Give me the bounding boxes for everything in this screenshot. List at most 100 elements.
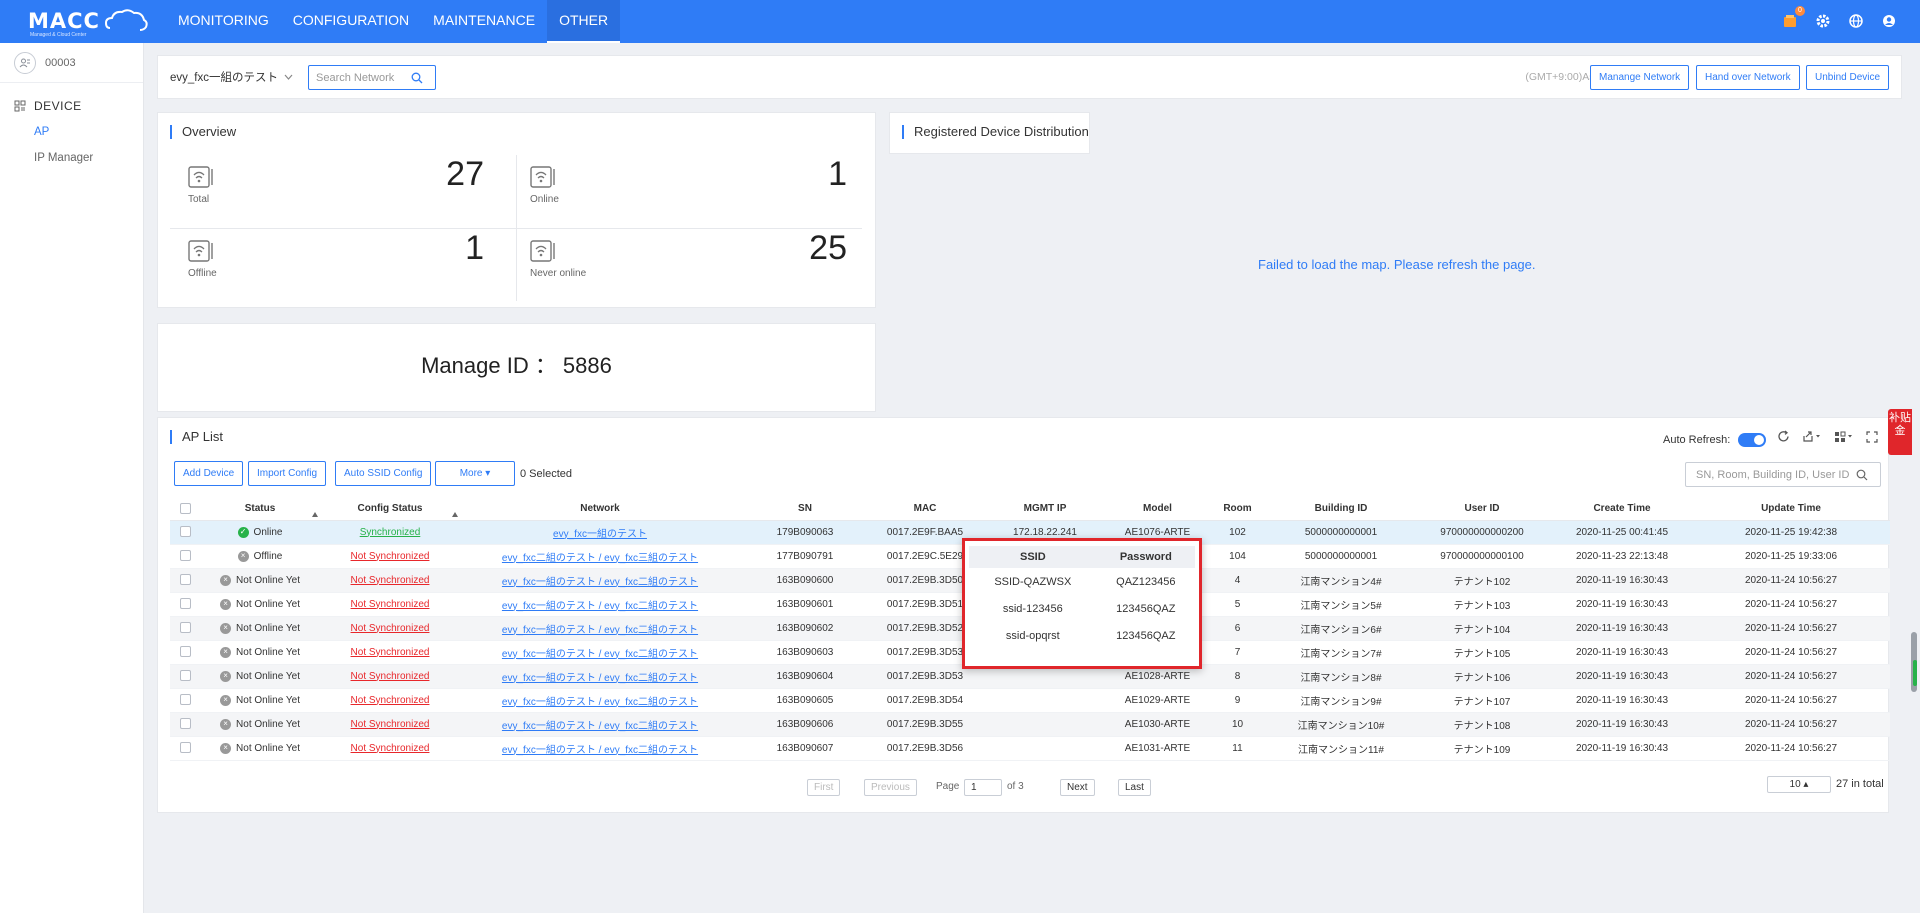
network-link[interactable]: evy_fxc一組のテスト / evy_fxc二組のテスト [502,673,698,684]
nav-other[interactable]: OTHER [547,0,621,43]
unbind-device-button[interactable]: Unbind Device [1806,65,1890,90]
account-bar[interactable]: 00003 [0,43,143,83]
table-row[interactable]: × Not Online Yet Not Synchronized evy_fxc一組… [170,688,1890,713]
nav-maintenance[interactable]: MAINTENANCE [421,0,547,43]
col-mac[interactable]: MAC [870,498,980,521]
manage-network-button[interactable]: Manange Network [1590,65,1690,90]
row-checkbox[interactable] [179,694,191,706]
page-size-select[interactable]: 10 ▴ [1767,776,1831,793]
config-status-link[interactable]: Not Synchronized [351,623,430,634]
network-link[interactable]: evy_fxc一組のテスト / evy_fxc二組のテスト [502,577,698,588]
page-number-input[interactable]: 1 [964,779,1002,796]
col-user-id[interactable]: User ID [1412,498,1552,521]
globe-icon[interactable] [1847,12,1865,30]
config-status-link[interactable]: Not Synchronized [351,599,430,610]
row-checkbox[interactable] [179,550,191,562]
row-checkbox[interactable] [179,646,191,658]
columns-icon[interactable] [1834,430,1854,443]
col-create-time[interactable]: Create Time [1552,498,1692,521]
previous-page-button[interactable]: Previous [864,779,917,796]
select-all-cell [170,498,200,521]
config-status-link[interactable]: Not Synchronized [351,575,430,586]
create-time-cell: 2020-11-19 16:30:43 [1552,568,1692,593]
col-update-time[interactable]: Update Time [1692,498,1890,521]
more-button[interactable]: More ▾ [435,461,515,486]
export-icon[interactable] [1802,430,1822,443]
network-link[interactable]: evy_fxc一組のテスト [553,529,647,540]
gear-icon[interactable] [1814,12,1832,30]
nav-monitoring[interactable]: MONITORING [166,0,281,43]
auto-ssid-config-button[interactable]: Auto SSID Config [335,461,432,486]
config-status-link[interactable]: Not Synchronized [351,695,430,706]
subsidy-side-tab[interactable]: 补贴金 [1888,409,1912,455]
sn-cell: 163B090605 [740,688,870,713]
sidebar-item-ap[interactable]: AP [0,119,143,145]
col-status[interactable]: Status [200,498,320,521]
first-page-button[interactable]: First [807,779,841,796]
network-link[interactable]: evy_fxc一組のテスト / evy_fxc二組のテスト [502,745,698,756]
user-icon[interactable] [1880,12,1898,30]
status-dot-icon: × [220,574,232,586]
network-search-input[interactable] [309,67,411,88]
network-select[interactable]: evy_fxc一組のテスト [170,69,293,85]
col-network[interactable]: Network [460,498,740,521]
config-status-link[interactable]: Not Synchronized [351,743,430,754]
search-icon[interactable] [411,72,423,84]
ap-search-input[interactable] [1686,463,1856,486]
network-link[interactable]: evy_fxc一組のテスト / evy_fxc二組のテスト [502,601,698,612]
sidebar-item-ip-manager[interactable]: IP Manager [0,145,143,171]
nav-configuration[interactable]: CONFIGURATION [281,0,421,43]
config-status-link[interactable]: Not Synchronized [351,719,430,730]
status-dot-icon: × [220,646,232,658]
network-link[interactable]: evy_fxc二組のテスト / evy_fxc三組のテスト [502,553,698,564]
network-link[interactable]: evy_fxc一組のテスト / evy_fxc二組のテスト [502,625,698,636]
sort-icon[interactable] [452,511,458,517]
table-row[interactable]: × Not Online Yet Not Synchronized evy_fxc一組… [170,712,1890,737]
col-mgmt-ip[interactable]: MGMT IP [980,498,1110,521]
main-nav: MONITORING CONFIGURATION MAINTENANCE OTH… [166,0,621,43]
import-config-button[interactable]: Import Config [248,461,327,486]
last-page-button[interactable]: Last [1118,779,1151,796]
row-checkbox[interactable] [179,742,191,754]
add-device-button[interactable]: Add Device [174,461,244,486]
fullscreen-icon[interactable] [1866,430,1878,443]
row-checkbox[interactable] [179,670,191,682]
row-checkbox[interactable] [179,622,191,634]
config-status-link[interactable]: Not Synchronized [351,551,430,562]
row-checkbox[interactable] [179,718,191,730]
auto-refresh-toggle[interactable] [1738,433,1767,447]
status-cell: × Not Online Yet [200,712,320,737]
stat-label: Never online [530,268,587,279]
network-link[interactable]: evy_fxc一組のテスト / evy_fxc二組のテスト [502,721,698,732]
status-dot-icon: × [220,718,232,730]
select-all-checkbox[interactable] [179,503,191,515]
col-building-id[interactable]: Building ID [1270,498,1412,521]
status-cell: × Not Online Yet [200,568,320,593]
table-row[interactable]: × Not Online Yet Not Synchronized evy_fxc一組… [170,736,1890,761]
config-status-link[interactable]: Not Synchronized [351,647,430,658]
notification-icon[interactable]: 0 [1781,6,1805,30]
config-status-link[interactable]: Not Synchronized [351,671,430,682]
sidebar-group-device[interactable]: DEVICE [0,83,143,113]
mac-cell: 0017.2E9B.3D54 [870,688,980,713]
col-room[interactable]: Room [1205,498,1270,521]
selected-count: 0 Selected [520,468,572,480]
col-sn[interactable]: SN [740,498,870,521]
hand-over-network-button[interactable]: Hand over Network [1696,65,1800,90]
row-checkbox[interactable] [179,598,191,610]
col-model[interactable]: Model [1110,498,1205,521]
ap-device-icon [530,166,555,188]
network-link[interactable]: evy_fxc一組のテスト / evy_fxc二組のテスト [502,649,698,660]
refresh-icon[interactable] [1777,430,1790,443]
network-select-value: evy_fxc一組のテスト [170,72,278,84]
sort-icon[interactable] [312,511,318,517]
logo[interactable]: MACC Managed & Cloud Center [28,8,148,38]
next-page-button[interactable]: Next [1060,779,1095,796]
row-checkbox[interactable] [179,526,191,538]
network-link[interactable]: evy_fxc一組のテスト / evy_fxc二組のテスト [502,697,698,708]
row-checkbox[interactable] [179,574,191,586]
sidebar: 00003 DEVICE AP IP Manager [0,43,144,913]
search-icon[interactable] [1856,469,1868,481]
col-config-status[interactable]: Config Status [320,498,460,521]
config-status-link[interactable]: Synchronized [360,527,421,538]
